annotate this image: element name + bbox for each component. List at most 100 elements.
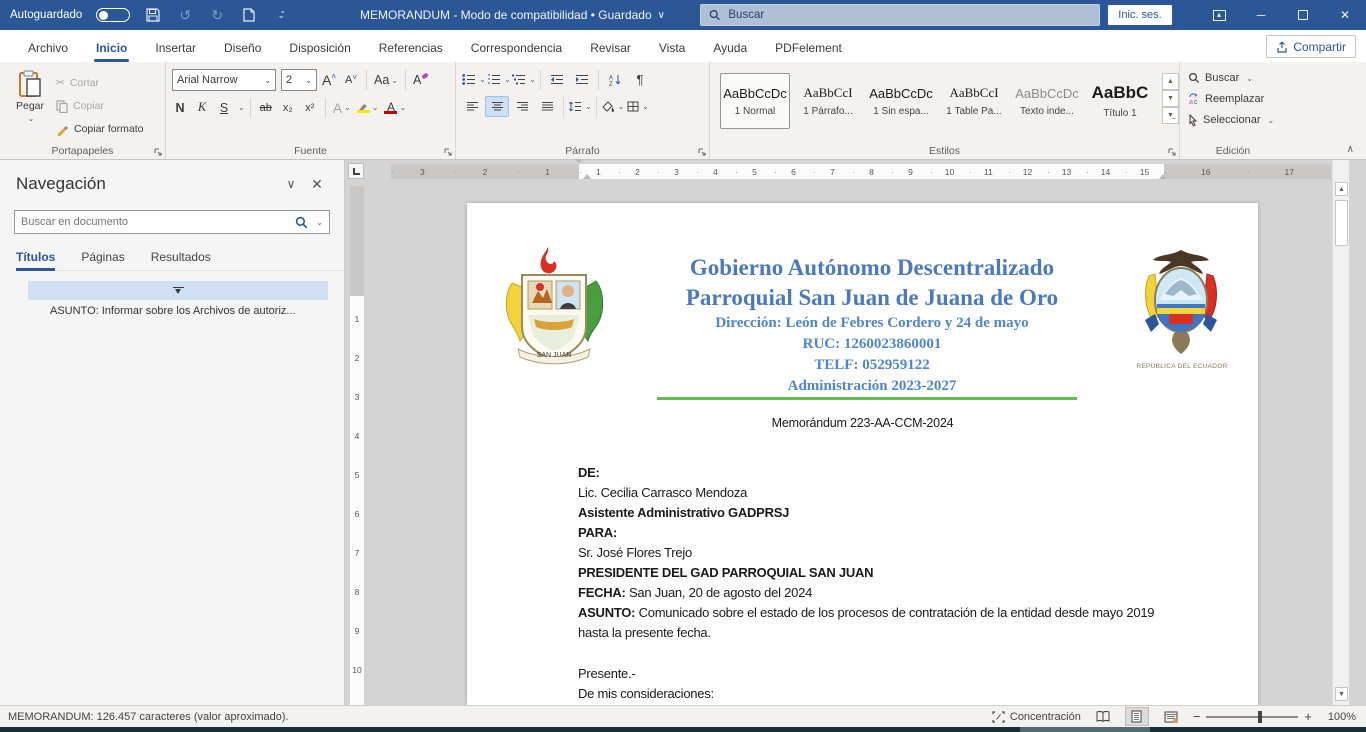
new-document-icon[interactable]	[240, 6, 258, 24]
save-icon[interactable]	[144, 6, 162, 24]
style-card[interactable]: AaBbCTítulo 1	[1085, 73, 1155, 129]
superscript-button[interactable]: x²	[300, 97, 320, 118]
customize-qat-icon[interactable]: ⌄̄	[272, 6, 290, 24]
ribbon-display-options-button[interactable]: ▴	[1198, 0, 1240, 30]
clear-formatting-button[interactable]: A	[411, 70, 431, 91]
change-case-button[interactable]: Aa⌄	[372, 70, 400, 91]
copy-button[interactable]: Copiar	[56, 96, 143, 116]
paragraph-dialog-launcher[interactable]	[698, 148, 706, 156]
styles-scroll-down-icon[interactable]: ▼	[1162, 90, 1179, 107]
styles-scroll-up-icon[interactable]: ▲	[1162, 73, 1179, 90]
heading-item[interactable]: ASUNTO: Informar sobre los Archivos de a…	[50, 305, 344, 317]
close-button[interactable]: ✕	[1324, 0, 1366, 30]
font-color-button[interactable]: A⌄	[382, 97, 408, 118]
search-input[interactable]	[728, 9, 1091, 21]
font-size-combobox[interactable]: 2 ⌄	[281, 69, 317, 91]
select-button[interactable]: Seleccionar ⌄	[1188, 110, 1282, 130]
share-button[interactable]: Compartir	[1266, 35, 1356, 58]
italic-button[interactable]: K	[192, 97, 212, 118]
heading-item-selected[interactable]	[28, 281, 328, 300]
nav-search-chevron-icon[interactable]: ⌄	[316, 218, 323, 227]
redo-icon[interactable]: ↻	[208, 6, 226, 24]
navigation-chevron-icon[interactable]: ∨	[278, 177, 304, 191]
show-marks-button[interactable]: ¶	[628, 69, 652, 90]
sign-in-button[interactable]: Inic. ses.	[1108, 5, 1172, 25]
grow-font-button[interactable]: A˄	[319, 70, 339, 91]
strikethrough-button[interactable]: ab	[256, 97, 276, 118]
styles-dialog-launcher[interactable]	[1168, 148, 1176, 156]
autosave-toggle[interactable]	[96, 8, 130, 22]
numbering-button[interactable]: ⌄	[487, 69, 511, 90]
zoom-out-icon[interactable]: −	[1193, 709, 1201, 724]
align-right-button[interactable]	[510, 96, 534, 117]
tab-diseño[interactable]: Diseño	[210, 33, 275, 62]
underline-chevron-icon[interactable]: ⌄	[238, 103, 245, 112]
font-dialog-launcher[interactable]	[444, 148, 452, 156]
print-layout-button[interactable]	[1125, 707, 1149, 726]
title-chevron-icon[interactable]: ∨	[658, 10, 665, 21]
bullets-button[interactable]: ⌄	[462, 69, 486, 90]
increase-indent-button[interactable]	[570, 69, 594, 90]
tab-stop-selector[interactable]	[348, 163, 364, 179]
document-search-box[interactable]: ⌄	[14, 210, 330, 234]
scroll-up-icon[interactable]: ▲	[1335, 182, 1348, 196]
zoom-percentage[interactable]: 100%	[1322, 711, 1356, 723]
highlight-button[interactable]: ⌄	[355, 97, 381, 118]
nav-tab-resultados[interactable]: Resultados	[151, 250, 211, 270]
cut-button[interactable]: ✂ Cortar	[56, 73, 143, 93]
vertical-ruler[interactable]: 12345678910	[350, 186, 364, 705]
zoom-slider-thumb[interactable]	[1258, 711, 1262, 723]
clipboard-dialog-launcher[interactable]	[154, 148, 162, 156]
undo-icon[interactable]: ↺	[176, 6, 194, 24]
sort-button[interactable]: AZ	[603, 69, 627, 90]
memo-body[interactable]: DE:Lic. Cecilia Carrasco MendozaAsistent…	[578, 463, 1156, 704]
style-card[interactable]: AaBbCcDc1 Normal	[720, 73, 790, 129]
align-center-button[interactable]	[485, 96, 509, 117]
scrollbar-thumb[interactable]	[1335, 200, 1348, 246]
find-button[interactable]: Buscar ⌄	[1188, 68, 1282, 88]
collapse-ribbon-icon[interactable]: ∧	[1347, 144, 1354, 155]
zoom-in-icon[interactable]: +	[1304, 709, 1312, 724]
tab-revisar[interactable]: Revisar	[576, 33, 645, 62]
document-search-input[interactable]	[21, 216, 289, 228]
tab-vista[interactable]: Vista	[645, 33, 699, 62]
align-left-button[interactable]	[460, 96, 484, 117]
horizontal-ruler[interactable]: 321 123456789101112131415 1617	[391, 164, 1331, 179]
titlebar-search[interactable]	[700, 4, 1100, 26]
tab-correspondencia[interactable]: Correspondencia	[457, 33, 576, 62]
paste-button[interactable]: Pegar ⌄	[4, 67, 56, 141]
tab-disposición[interactable]: Disposición	[275, 33, 364, 62]
decrease-indent-button[interactable]	[545, 69, 569, 90]
line-spacing-button[interactable]: ⌄	[568, 96, 592, 117]
minimize-button[interactable]: ─	[1240, 0, 1282, 30]
tab-inicio[interactable]: Inicio	[82, 33, 141, 62]
tab-ayuda[interactable]: Ayuda	[699, 33, 761, 62]
web-layout-button[interactable]	[1159, 707, 1183, 726]
styles-more-icon[interactable]: ▼̲	[1162, 107, 1179, 124]
zoom-slider[interactable]	[1206, 716, 1298, 718]
focus-mode-button[interactable]: Concentración	[992, 711, 1081, 723]
underline-button[interactable]: S	[214, 97, 234, 118]
nav-tab-páginas[interactable]: Páginas	[81, 250, 124, 270]
read-mode-button[interactable]	[1091, 707, 1115, 726]
format-painter-button[interactable]: Copiar formato	[56, 119, 143, 139]
text-effects-button[interactable]: A⌄	[331, 97, 353, 118]
document-page[interactable]: SAN JUAN REPÚBLICA DEL ECUADOR	[467, 203, 1258, 705]
navigation-close-icon[interactable]: ✕	[304, 176, 330, 193]
character-count[interactable]: MEMORANDUM: 126.457 caracteres (valor ap…	[0, 711, 289, 723]
style-card[interactable]: AaBbCcDc1 Sin espa...	[866, 73, 936, 129]
tab-pdfelement[interactable]: PDFelement	[761, 33, 856, 62]
vertical-scrollbar[interactable]: ▲ ▼	[1332, 160, 1349, 705]
subscript-button[interactable]: x₂	[278, 97, 298, 118]
replace-button[interactable]: ac Reemplazar	[1188, 89, 1282, 109]
restore-button[interactable]	[1282, 0, 1324, 30]
scroll-down-icon[interactable]: ▼	[1335, 687, 1348, 701]
style-card[interactable]: AaBbCcDcTexto inde...	[1012, 73, 1082, 129]
style-card[interactable]: AaBbCcI1 Table Pa...	[939, 73, 1009, 129]
font-name-combobox[interactable]: Arial Narrow ⌄	[172, 69, 276, 91]
tab-insertar[interactable]: Insertar	[141, 33, 210, 62]
tab-referencias[interactable]: Referencias	[365, 33, 457, 62]
tab-archivo[interactable]: Archivo	[14, 33, 82, 62]
nav-tab-títulos[interactable]: Títulos	[16, 250, 55, 270]
bold-button[interactable]: N	[170, 97, 190, 118]
